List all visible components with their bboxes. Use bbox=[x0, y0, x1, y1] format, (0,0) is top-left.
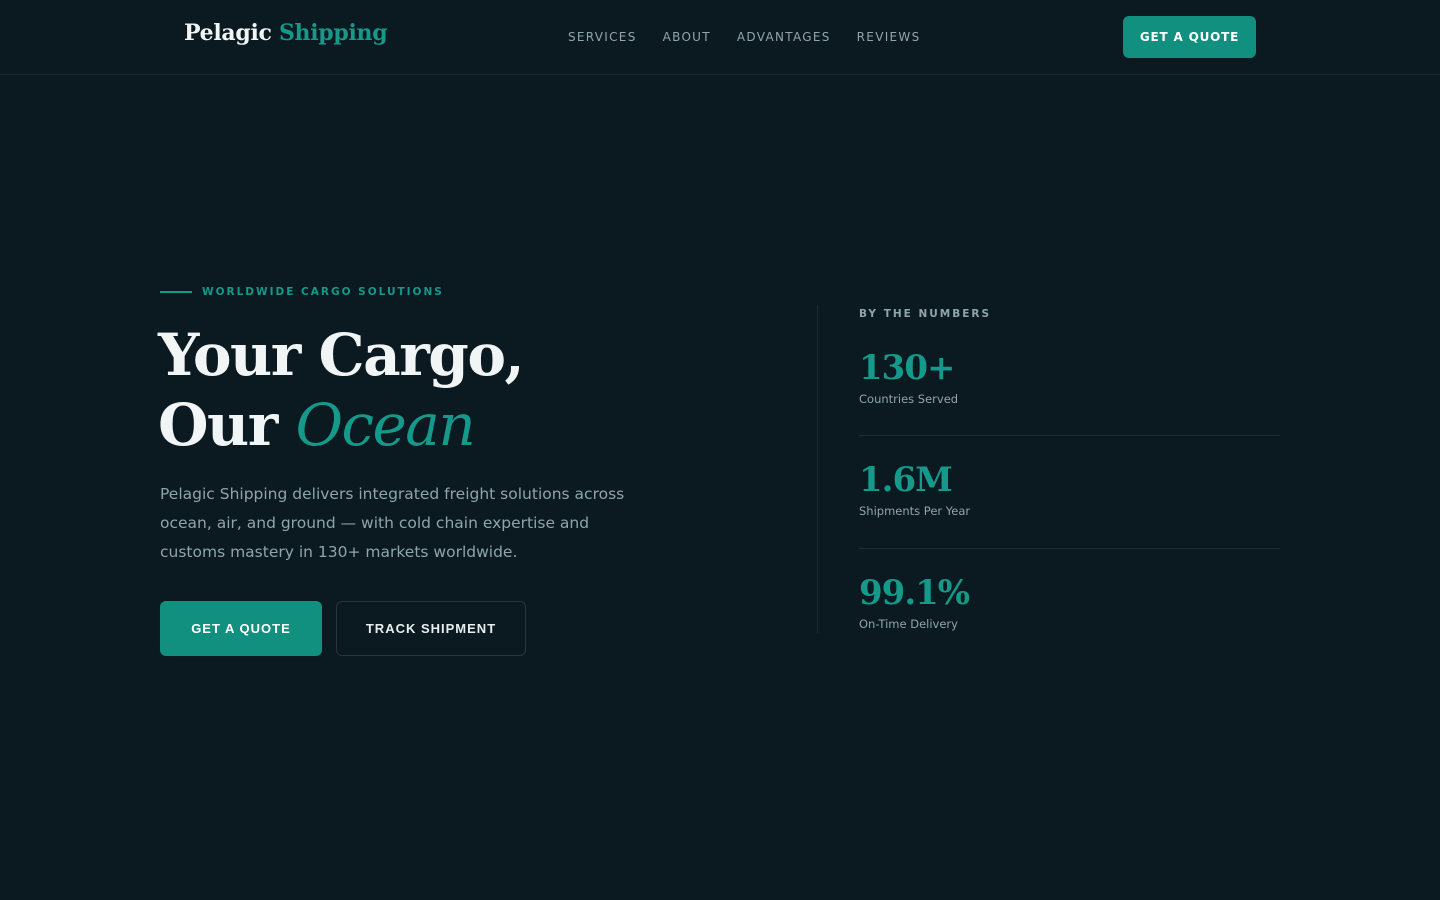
stat-delivery: 99.1% On-Time Delivery bbox=[859, 573, 1280, 631]
stat-value: 1.6M bbox=[859, 460, 953, 500]
hero-title-accent: Ocean bbox=[295, 391, 475, 459]
hero-eyebrow: WORLDWIDE CARGO SOLUTIONS bbox=[160, 286, 444, 298]
site-header: Pelagic Shipping SERVICES ABOUT ADVANTAG… bbox=[0, 0, 1440, 75]
hero-title: Your Cargo, Our Ocean bbox=[158, 320, 525, 460]
logo-text-accent: Shipping bbox=[278, 20, 388, 46]
eyebrow-line bbox=[160, 291, 192, 293]
header-get-quote-button[interactable]: GET A QUOTE bbox=[1123, 16, 1256, 58]
hero-description: Pelagic Shipping delivers integrated fre… bbox=[160, 485, 625, 561]
track-shipment-button[interactable]: TRACK SHIPMENT bbox=[336, 601, 526, 656]
nav-link-reviews[interactable]: REVIEWS bbox=[857, 30, 921, 44]
get-quote-button[interactable]: GET A QUOTE bbox=[160, 601, 322, 656]
hero-title-line2-prefix: Our bbox=[158, 391, 278, 459]
stat-shipments: 1.6M Shipments Per Year bbox=[859, 460, 1280, 518]
stat-caption: Shipments Per Year bbox=[859, 504, 971, 518]
stat-separator bbox=[859, 435, 1280, 436]
main-nav: SERVICES ABOUT ADVANTAGES REVIEWS bbox=[568, 30, 921, 44]
stat-separator bbox=[859, 548, 1280, 549]
logo-text-primary: Pelagic bbox=[184, 20, 272, 46]
brand-logo[interactable]: Pelagic Shipping bbox=[184, 20, 388, 46]
stats-label: BY THE NUMBERS bbox=[859, 308, 992, 320]
stat-value: 130+ bbox=[859, 348, 955, 388]
stats-divider bbox=[817, 305, 818, 633]
stat-caption: On-Time Delivery bbox=[859, 617, 958, 631]
eyebrow-text: WORLDWIDE CARGO SOLUTIONS bbox=[202, 286, 444, 298]
nav-link-services[interactable]: SERVICES bbox=[568, 30, 637, 44]
stat-value: 99.1% bbox=[859, 573, 970, 613]
stat-caption: Countries Served bbox=[859, 392, 959, 406]
hero-title-line1: Your Cargo, bbox=[158, 321, 525, 389]
nav-link-advantages[interactable]: ADVANTAGES bbox=[737, 30, 831, 44]
nav-link-about[interactable]: ABOUT bbox=[663, 30, 711, 44]
stat-countries: 130+ Countries Served bbox=[859, 348, 1280, 406]
